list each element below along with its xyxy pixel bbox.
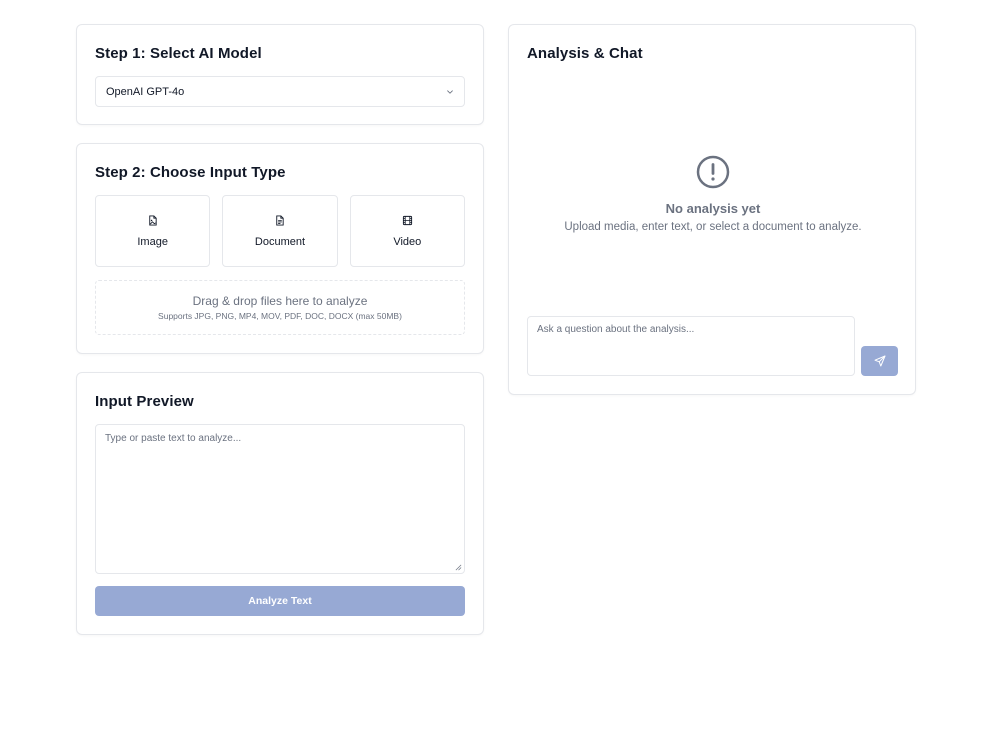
empty-state-description: Upload media, enter text, or select a do…	[564, 221, 862, 233]
film-icon	[402, 215, 412, 225]
image-file-icon	[149, 214, 157, 226]
page-title-fragment	[480, 0, 620, 5]
step2-title: Step 2: Choose Input Type	[95, 164, 286, 181]
document-type-label: Document	[254, 235, 306, 248]
chevron-down-icon	[447, 89, 453, 94]
model-select-value: OpenAI GPT-4o	[106, 85, 185, 98]
dropzone-text: Drag & drop files here to analyze	[192, 294, 368, 308]
chat-question-input[interactable]: Ask a question about the analysis...	[527, 316, 855, 376]
model-select-card: Step 1: Select AI Model OpenAI GPT-4o	[76, 24, 484, 125]
preview-title: Input Preview	[95, 393, 194, 410]
video-type-button[interactable]: Video	[349, 195, 465, 267]
chat-input-placeholder: Ask a question about the analysis...	[537, 324, 695, 335]
app-page: Step 1: Select AI Model OpenAI GPT-4o St…	[0, 0, 989, 734]
image-type-button[interactable]: Image	[95, 195, 211, 267]
file-dropzone[interactable]: Drag & drop files here to analyze Suppor…	[95, 280, 465, 335]
analysis-chat-card: Analysis & Chat No analysis yet Upload m…	[508, 24, 916, 395]
image-type-label: Image	[137, 235, 168, 248]
dropzone-supported-formats: Supports JPG, PNG, MP4, MOV, PDF, DOC, D…	[158, 311, 402, 321]
input-preview-card: Input Preview Type or paste text to anal…	[76, 372, 484, 635]
text-input-placeholder: Type or paste text to analyze...	[105, 433, 242, 444]
input-type-card: Step 2: Choose Input Type Image Document	[76, 143, 484, 354]
document-type-button[interactable]: Document	[222, 195, 338, 267]
step1-title: Step 1: Select AI Model	[95, 45, 262, 62]
empty-state-title: No analysis yet	[665, 201, 761, 216]
model-select[interactable]: OpenAI GPT-4o	[95, 76, 465, 107]
send-button[interactable]	[861, 346, 898, 376]
analyze-text-button[interactable]: Analyze Text	[95, 586, 465, 616]
empty-state: No analysis yet Upload media, enter text…	[509, 154, 917, 233]
send-icon	[874, 355, 885, 367]
document-icon	[276, 214, 285, 226]
resize-handle-icon[interactable]	[455, 564, 462, 571]
input-type-options: Image Document Video	[95, 195, 465, 267]
alert-circle-icon	[696, 155, 730, 189]
chat-title: Analysis & Chat	[527, 45, 643, 62]
video-type-label: Video	[393, 235, 422, 248]
text-input-area[interactable]: Type or paste text to analyze...	[95, 424, 465, 574]
